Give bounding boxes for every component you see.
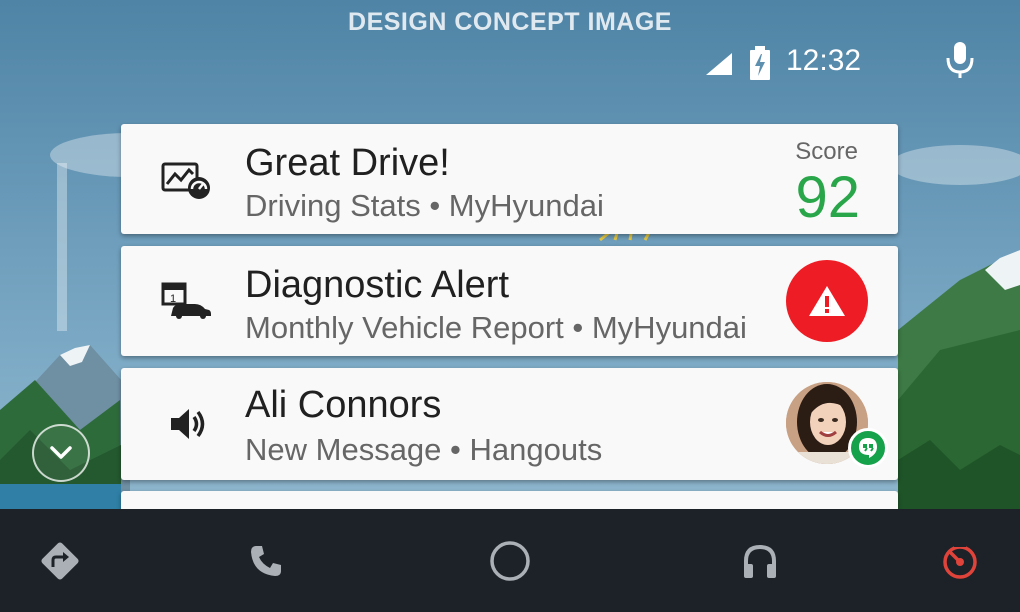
speaker-icon (161, 398, 213, 450)
score-label: Score (795, 138, 858, 165)
card-title: Great Drive! (245, 142, 450, 184)
score-value: 92 (795, 165, 860, 230)
navigation-button[interactable] (38, 539, 82, 583)
scroll-indicator[interactable] (57, 163, 67, 331)
phone-icon (251, 546, 281, 576)
card-title: Diagnostic Alert (245, 264, 510, 306)
media-button[interactable] (738, 539, 782, 583)
svg-text:1: 1 (170, 293, 176, 305)
warning-badge (786, 260, 868, 342)
vehicle-dashboard-button[interactable] (938, 539, 982, 583)
microphone-icon[interactable] (942, 40, 978, 80)
vehicle-dashboard-icon (943, 544, 977, 579)
phone-button[interactable] (244, 539, 288, 583)
scroll-down-button[interactable] (32, 424, 90, 482)
card-subtitle: Driving Stats • MyHyundai (245, 188, 604, 223)
status-bar: 12:32 (0, 40, 1020, 80)
message-card[interactable]: Ali Connors New Message • Hangouts (121, 368, 898, 480)
card-subtitle: Monthly Vehicle Report • MyHyundai (245, 310, 747, 345)
card-subtitle: New Message • Hangouts (245, 432, 603, 467)
home-icon (490, 541, 530, 581)
warning-icon (809, 286, 845, 316)
clock: 12:32 (786, 44, 862, 77)
hangouts-icon (848, 428, 888, 468)
home-button[interactable] (488, 539, 532, 583)
card-title: Ali Connors (245, 384, 442, 426)
chevron-down-icon (50, 446, 72, 459)
bottom-nav-bar (0, 509, 1020, 612)
navigation-icon (41, 542, 79, 580)
headphones-icon (744, 544, 776, 578)
calendar-car-icon: 1 (161, 274, 213, 326)
battery-charging-icon (750, 46, 770, 80)
cell-signal-icon (706, 53, 732, 75)
diagnostic-alert-card[interactable]: 1 Diagnostic Alert Monthly Vehicle Repor… (121, 246, 898, 356)
design-concept-banner: DESIGN CONCEPT IMAGE (348, 8, 672, 36)
driving-stats-icon (161, 154, 213, 206)
driving-stats-card[interactable]: Great Drive! Driving Stats • MyHyundai S… (121, 124, 898, 234)
